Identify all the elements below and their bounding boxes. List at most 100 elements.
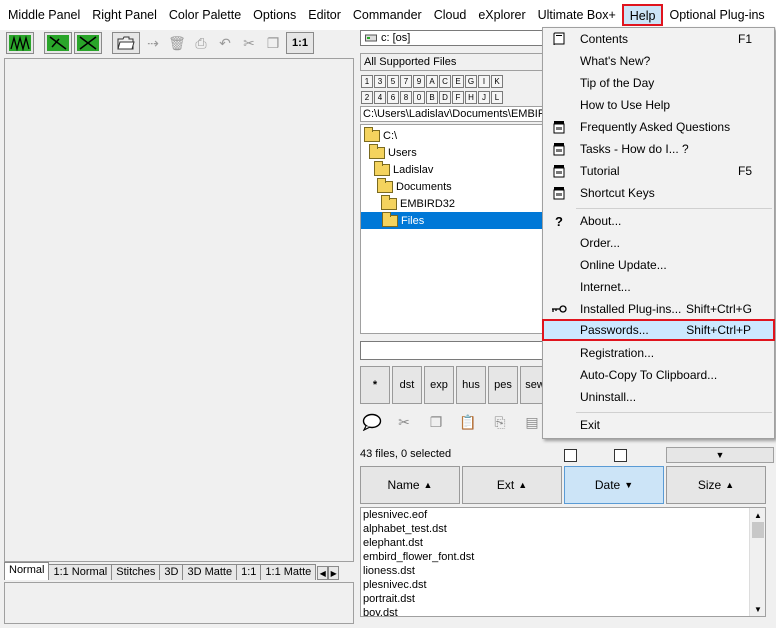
zoom-1-1-button[interactable]: 1:1 [286,32,314,54]
menu-item-exit[interactable]: Exit [543,414,774,436]
sort-ext-button[interactable]: Ext ▲ [462,466,562,504]
ext-hus-button[interactable]: hus [456,366,486,404]
quick-key-button[interactable]: 6 [387,91,399,104]
menu-item-tip-of-the-day[interactable]: Tip of the Day [543,72,774,94]
menu-item-installed-plugins[interactable]: Installed Plug-ins... Shift+Ctrl+G [543,298,774,320]
undo-icon[interactable]: ↶ [214,32,236,54]
menu-middle-panel[interactable]: Middle Panel [2,4,86,26]
scroll-up-icon[interactable]: ▲ [750,508,766,522]
ext-pes-button[interactable]: pes [488,366,518,404]
scroll-down-icon[interactable]: ▼ [750,602,766,616]
tab-1-1-normal[interactable]: 1:1 Normal [48,564,113,580]
menu-commander[interactable]: Commander [347,4,428,26]
quick-key-button[interactable]: L [491,91,503,104]
tree-item-documents[interactable]: Documents [377,177,452,195]
quick-key-button[interactable]: F [452,91,464,104]
paste-icon[interactable]: 📋 [456,410,480,434]
file-type-filter[interactable]: All Supported Files [360,53,550,71]
tab-normal[interactable]: Normal [4,562,50,580]
menu-optional-plugins[interactable]: Optional Plug-ins [663,4,770,26]
tab-stitches[interactable]: Stitches [111,564,161,580]
menu-explorer[interactable]: eXplorer [472,4,531,26]
tab-3d-matte[interactable]: 3D Matte [182,564,238,580]
list-item[interactable]: plesnivec.eof [361,508,765,522]
tab-1-1[interactable]: 1:1 [236,564,262,580]
menu-item-faq[interactable]: Frequently Asked Questions [543,116,774,138]
tree-item-users[interactable]: Users [369,143,417,161]
paste-special-icon[interactable]: ⎘ [488,410,512,434]
quick-key-button[interactable]: A [426,75,438,88]
drive-select[interactable]: c: [os] [360,30,550,46]
filter-checkbox[interactable] [614,449,627,462]
quick-key-button[interactable]: D [439,91,451,104]
menu-item-auto-copy[interactable]: Auto-Copy To Clipboard... [543,364,774,386]
tab-scroll-left-icon[interactable]: ◀ [317,566,329,580]
print-icon[interactable]: ⎙ [190,32,212,54]
list-item[interactable]: plesnivec.dst [361,578,765,592]
quick-key-button[interactable]: C [439,75,451,88]
quick-key-button[interactable]: 7 [400,75,412,88]
menu-item-order[interactable]: Order... [543,232,774,254]
sort-name-button[interactable]: Name ▲ [360,466,460,504]
copy-icon[interactable]: ❐ [262,32,284,54]
list-item[interactable]: elephant.dst [361,536,765,550]
tab-1-1-matte[interactable]: 1:1 Matte [260,564,317,580]
menu-item-how-to-use-help[interactable]: How to Use Help [543,94,774,116]
trim-stitch-button[interactable] [74,32,102,54]
cut-icon[interactable]: ✂ [392,410,416,434]
quick-key-button[interactable]: 1 [361,75,373,88]
menu-item-registration[interactable]: Registration... [543,342,774,364]
menu-cloud[interactable]: Cloud [428,4,473,26]
menu-options[interactable]: Options [247,4,302,26]
quick-key-button[interactable]: B [426,91,438,104]
stitch-view-button[interactable] [6,32,34,54]
tree-item-files[interactable]: Files [361,211,549,229]
quick-key-button[interactable]: 9 [413,75,425,88]
sort-size-button[interactable]: Size ▲ [666,466,766,504]
quick-key-button[interactable]: 0 [413,91,425,104]
menu-ultimate-box[interactable]: Ultimate Box+ [532,4,622,26]
properties-icon[interactable]: ▤ [520,410,544,434]
list-item[interactable]: boy.dst [361,606,765,616]
quick-key-button[interactable]: I [478,75,490,88]
select-all-checkbox[interactable] [564,449,577,462]
menu-item-about[interactable]: ? About... [543,210,774,232]
list-item[interactable]: portrait.dst [361,592,765,606]
menu-item-online-update[interactable]: Online Update... [543,254,774,276]
list-item[interactable]: alphabet_test.dst [361,522,765,536]
menu-item-passwords[interactable]: Passwords... Shift+Ctrl+P [542,319,775,341]
sort-dropdown[interactable]: ▼ [666,447,774,463]
menu-item-tasks[interactable]: Tasks - How do I... ? [543,138,774,160]
list-item[interactable]: embird_flower_font.dst [361,550,765,564]
menu-color-palette[interactable]: Color Palette [163,4,247,26]
menu-item-tutorial[interactable]: Tutorial F5 [543,160,774,182]
open-button[interactable] [112,32,140,54]
tab-3d[interactable]: 3D [159,564,184,580]
ext-exp-button[interactable]: exp [424,366,454,404]
quick-key-button[interactable]: 3 [374,75,386,88]
tab-scroll-right-icon[interactable]: ▶ [328,566,340,580]
menu-item-uninstall[interactable]: Uninstall... [543,386,774,408]
design-workspace[interactable] [4,58,354,562]
menu-right-panel[interactable]: Right Panel [86,4,163,26]
menu-item-internet[interactable]: Internet... [543,276,774,298]
file-list-scrollbar[interactable]: ▲ ▼ [749,508,765,616]
quick-key-button[interactable]: 8 [400,91,412,104]
speech-bubble-icon[interactable] [360,410,384,434]
sort-date-button[interactable]: Date ▼ [564,466,664,504]
menu-editor[interactable]: Editor [302,4,347,26]
ext-all-button[interactable]: * [360,366,390,404]
jump-stitch-button[interactable] [44,32,72,54]
menu-item-shortcut-keys[interactable]: Shortcut Keys [543,182,774,204]
quick-key-button[interactable]: H [465,91,477,104]
quick-key-button[interactable]: G [465,75,477,88]
quick-key-button[interactable]: E [452,75,464,88]
copy-icon[interactable]: ❐ [424,410,448,434]
cut-icon[interactable]: ✂ [238,32,260,54]
quick-key-button[interactable]: 2 [361,91,373,104]
tree-item-embird32[interactable]: EMBIRD32 [381,194,455,212]
tree-item-c[interactable]: C:\ [364,126,397,144]
quick-key-button[interactable]: J [478,91,490,104]
scroll-thumb[interactable] [752,522,764,538]
list-item[interactable]: lioness.dst [361,564,765,578]
